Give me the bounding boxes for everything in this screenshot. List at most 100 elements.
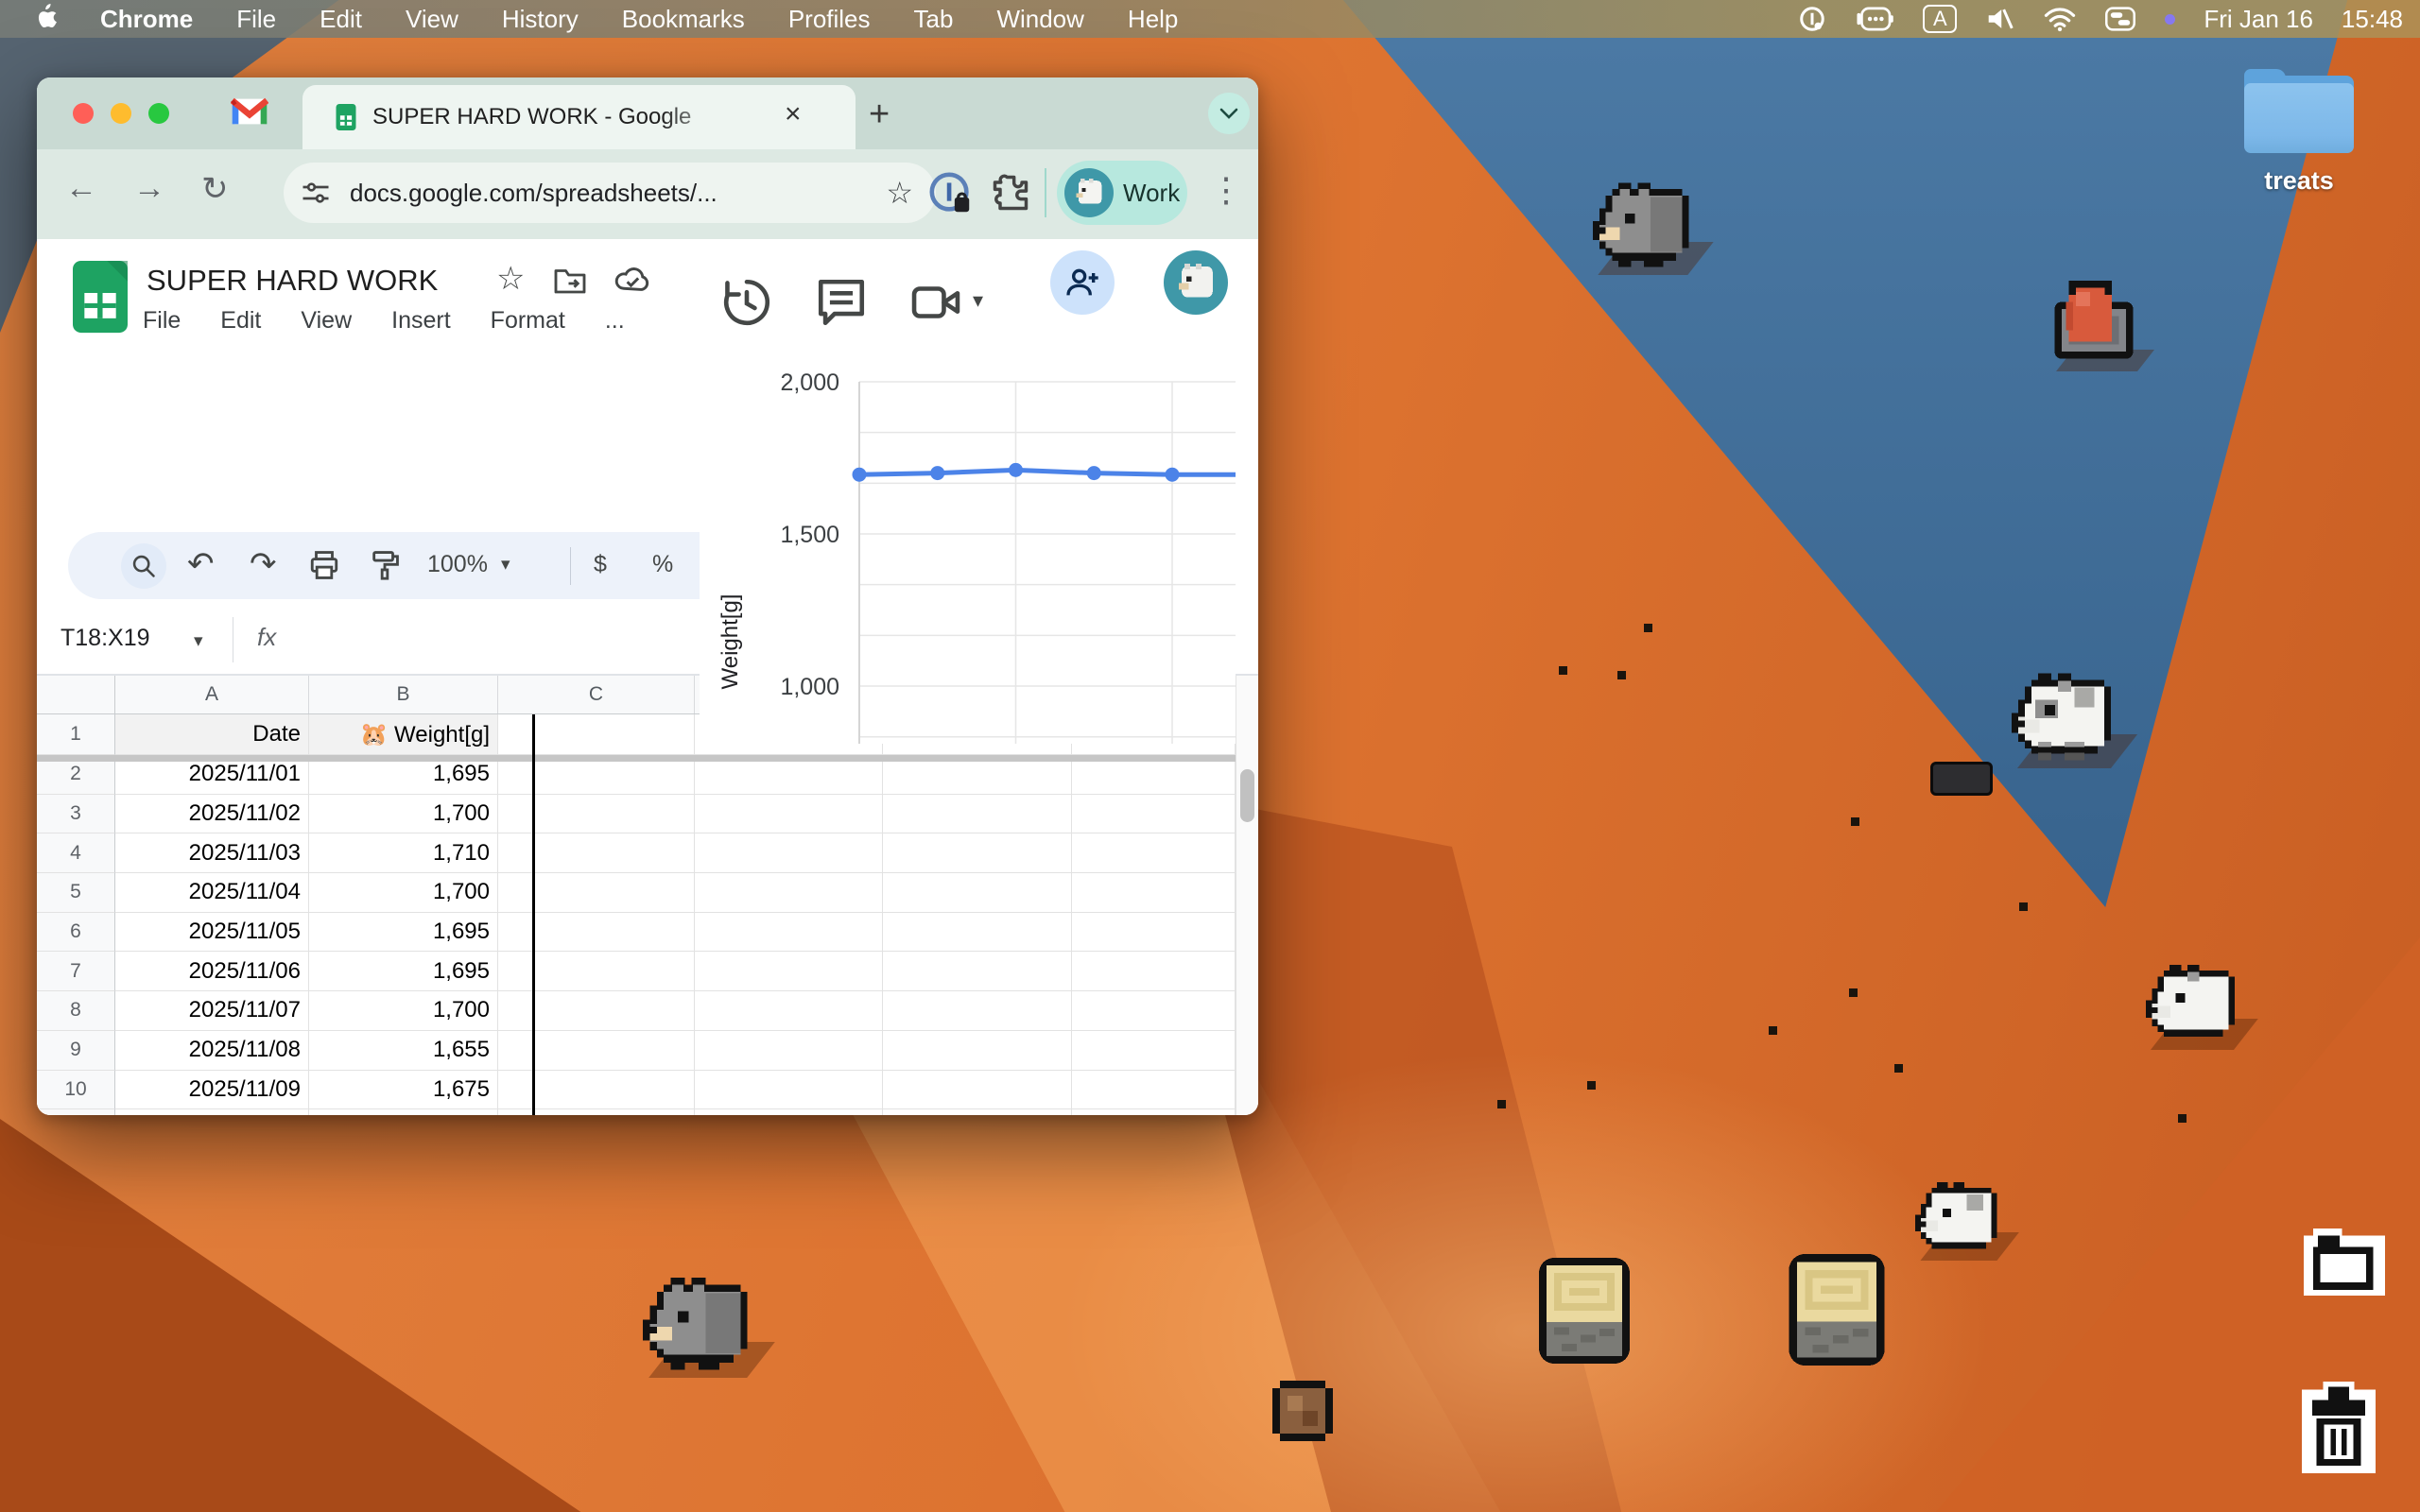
- cell[interactable]: [498, 714, 695, 755]
- cell[interactable]: [883, 1109, 1072, 1115]
- folder-icon[interactable]: [2244, 76, 2354, 159]
- profile-chip[interactable]: Work: [1057, 161, 1187, 225]
- bookmark-star-icon[interactable]: ☆: [886, 175, 913, 211]
- vertical-scrollbar-thumb[interactable]: [1240, 769, 1254, 822]
- cell[interactable]: [498, 1031, 695, 1071]
- paint-format-icon[interactable]: [369, 549, 401, 581]
- star-doc-icon[interactable]: ☆: [496, 260, 525, 298]
- menubar-clock[interactable]: 15:48: [2342, 5, 2403, 34]
- column-header-c[interactable]: C: [498, 676, 695, 713]
- pixel-trash-icon[interactable]: [2295, 1382, 2382, 1481]
- format-currency-button[interactable]: $: [594, 551, 607, 578]
- tune-icon[interactable]: [299, 176, 333, 210]
- cell[interactable]: [1072, 1071, 1236, 1110]
- table-row[interactable]: 112025/11/101,660: [37, 1109, 1236, 1115]
- menubar-date[interactable]: Fri Jan 16: [2204, 5, 2313, 34]
- cell[interactable]: [883, 991, 1072, 1031]
- seed-nut[interactable]: [1265, 1380, 1340, 1446]
- wifi-icon[interactable]: [2044, 5, 2076, 33]
- cell[interactable]: [1072, 833, 1236, 873]
- cell[interactable]: 2025/11/02: [115, 795, 309, 834]
- close-window-button[interactable]: [73, 103, 94, 124]
- select-all-corner[interactable]: [37, 676, 115, 713]
- cell[interactable]: 1,675: [309, 1071, 498, 1110]
- gmail-pinned-tab-icon[interactable]: [231, 96, 268, 127]
- row-number[interactable]: 4: [37, 833, 115, 873]
- row-number[interactable]: 9: [37, 1031, 115, 1071]
- cell[interactable]: [1072, 795, 1236, 834]
- cell[interactable]: 1,660: [309, 1109, 498, 1115]
- pet-app-status-icon[interactable]: [1855, 5, 1894, 33]
- menu-format[interactable]: Format: [491, 307, 565, 335]
- input-source-icon[interactable]: A: [1923, 5, 1957, 33]
- cloud-status-icon[interactable]: [614, 264, 651, 296]
- new-tab-button[interactable]: +: [869, 94, 890, 135]
- hamster-pet-gray[interactable]: [1593, 182, 1695, 269]
- cell[interactable]: 1,695: [309, 913, 498, 953]
- wood-stump[interactable]: [1781, 1253, 1893, 1366]
- menubar-app-name[interactable]: Chrome: [100, 5, 193, 34]
- row-number[interactable]: 3: [37, 795, 115, 834]
- menubar-tab[interactable]: Tab: [914, 5, 954, 34]
- cell[interactable]: 2025/11/10: [115, 1109, 309, 1115]
- frozen-row-divider[interactable]: [37, 755, 1236, 762]
- hamster-pet-gray[interactable]: [643, 1278, 754, 1372]
- zoom-window-button[interactable]: [148, 103, 169, 124]
- cell[interactable]: [498, 833, 695, 873]
- close-tab-button[interactable]: ×: [785, 98, 802, 130]
- back-button[interactable]: ←: [65, 170, 97, 207]
- browser-menu-button[interactable]: ⋮: [1209, 170, 1243, 210]
- tab-search-button[interactable]: [1208, 93, 1250, 134]
- print-icon[interactable]: [308, 549, 340, 581]
- minimize-window-button[interactable]: [111, 103, 131, 124]
- row-number[interactable]: 6: [37, 913, 115, 953]
- treats-folder[interactable]: treats: [2233, 76, 2365, 196]
- cell-a1[interactable]: Date: [115, 714, 309, 755]
- menu-edit[interactable]: Edit: [220, 307, 261, 335]
- embedded-chart[interactable]: 2,0001,5001,000Weight[g]: [700, 330, 1236, 744]
- account-avatar[interactable]: [1164, 250, 1228, 315]
- hamster-pet-white[interactable]: [1915, 1181, 2002, 1257]
- menubar-help[interactable]: Help: [1128, 5, 1178, 34]
- cell[interactable]: [498, 795, 695, 834]
- cell[interactable]: [498, 991, 695, 1031]
- menubar-history[interactable]: History: [502, 5, 579, 34]
- menubar-file[interactable]: File: [236, 5, 276, 34]
- pet-item-dark[interactable]: [1930, 762, 1993, 796]
- row-number[interactable]: 1: [37, 714, 115, 755]
- cell[interactable]: 2025/11/09: [115, 1071, 309, 1110]
- cell[interactable]: [883, 952, 1072, 991]
- food-dish-item[interactable]: [2048, 280, 2140, 367]
- comments-icon[interactable]: [814, 275, 869, 330]
- cell[interactable]: [1072, 913, 1236, 953]
- move-folder-icon[interactable]: [553, 266, 587, 296]
- meet-camera-icon[interactable]: [908, 275, 963, 330]
- share-button[interactable]: [1050, 250, 1115, 315]
- cell[interactable]: 1,695: [309, 952, 498, 991]
- cell[interactable]: [695, 952, 883, 991]
- pixel-folder-icon[interactable]: [2304, 1228, 2385, 1305]
- cell-b1[interactable]: 🐹 Weight[g]: [309, 714, 498, 755]
- cell[interactable]: 2025/11/08: [115, 1031, 309, 1071]
- search-icon[interactable]: [121, 543, 166, 589]
- menubar-edit[interactable]: Edit: [320, 5, 362, 34]
- menu-file[interactable]: File: [143, 307, 181, 335]
- table-row[interactable]: 62025/11/051,695: [37, 913, 1236, 953]
- cell[interactable]: [883, 1071, 1072, 1110]
- row-number[interactable]: 7: [37, 952, 115, 991]
- camera-dropdown-icon[interactable]: ▾: [973, 288, 983, 313]
- cell[interactable]: [883, 873, 1072, 913]
- table-row[interactable]: 72025/11/061,695: [37, 952, 1236, 991]
- cell[interactable]: [695, 795, 883, 834]
- doc-title[interactable]: SUPER HARD WORK: [147, 264, 438, 298]
- cell[interactable]: [498, 1071, 695, 1110]
- control-center-icon[interactable]: [2104, 5, 2136, 33]
- zoom-select[interactable]: 100%▾: [427, 551, 510, 578]
- apple-menu[interactable]: [36, 4, 57, 35]
- column-header-a[interactable]: A: [115, 676, 309, 713]
- cell[interactable]: [883, 913, 1072, 953]
- menubar-profiles[interactable]: Profiles: [788, 5, 871, 34]
- menubar-bookmarks[interactable]: Bookmarks: [622, 5, 745, 34]
- cell[interactable]: [1072, 1109, 1236, 1115]
- cell[interactable]: 1,700: [309, 795, 498, 834]
